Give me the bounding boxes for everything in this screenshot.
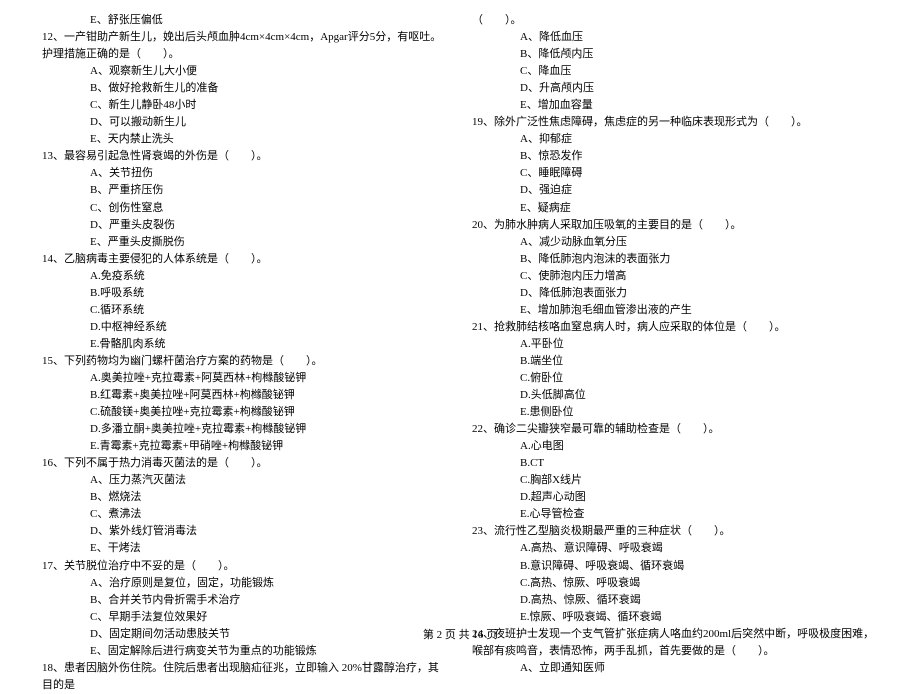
q23-stem: 23、流行性乙型脑炎极期最严重的三种症状（ ）。	[472, 523, 878, 540]
q16-opt-e: E、干烤法	[42, 540, 448, 557]
q18-opt-b: B、降低颅内压	[472, 46, 878, 63]
q17-opt-e: E、固定解除后进行病变关节为重点的功能锻炼	[42, 643, 448, 660]
q22-opt-e: E.心导管检查	[472, 506, 878, 523]
q21-opt-e: E.患侧卧位	[472, 404, 878, 421]
q20-opt-e: E、增加肺泡毛细血管渗出液的产生	[472, 302, 878, 319]
q18-opt-a: A、降低血压	[472, 29, 878, 46]
q21-opt-a: A.平卧位	[472, 336, 878, 353]
q14-stem: 14、乙脑病毒主要侵犯的人体系统是（ ）。	[42, 251, 448, 268]
q16-opt-d: D、紫外线灯管消毒法	[42, 523, 448, 540]
q17-opt-a: A、治疗原则是复位，固定，功能锻炼	[42, 575, 448, 592]
left-column: E、舒张压偏低 12、一产钳助产新生儿，娩出后头颅血肿4cm×4cm×4cm，A…	[30, 12, 460, 622]
q12-opt-c: C、新生儿静卧48小时	[42, 97, 448, 114]
q20-opt-c: C、使肺泡内压力增高	[472, 268, 878, 285]
q21-opt-d: D.头低脚高位	[472, 387, 878, 404]
q23-opt-a: A.高热、意识障碍、呼吸衰竭	[472, 540, 878, 557]
q19-opt-c: C、睡眠障碍	[472, 165, 878, 182]
q18-stem: 18、患者因脑外伤住院。住院后患者出现脑疝征兆，立即输入 20%甘露醇治疗，其目…	[42, 660, 448, 694]
q11-opt-e: E、舒张压偏低	[42, 12, 448, 29]
q20-stem: 20、为肺水肿病人采取加压吸氧的主要目的是（ ）。	[472, 217, 878, 234]
q16-opt-c: C、煮沸法	[42, 506, 448, 523]
q19-opt-a: A、抑郁症	[472, 131, 878, 148]
q13-stem: 13、最容易引起急性肾衰竭的外伤是（ ）。	[42, 148, 448, 165]
q24-opt-a: A、立即通知医师	[472, 660, 878, 677]
q14-opt-b: B.呼吸系统	[42, 285, 448, 302]
q14-opt-a: A.免疫系统	[42, 268, 448, 285]
q15-opt-d: D.多潘立酮+奥美拉唑+克拉霉素+枸橼酸铋钾	[42, 421, 448, 438]
q13-opt-d: D、严重头皮裂伤	[42, 217, 448, 234]
q12-opt-d: D、可以搬动新生儿	[42, 114, 448, 131]
q12-stem: 12、一产钳助产新生儿，娩出后头颅血肿4cm×4cm×4cm，Apgar评分5分…	[42, 29, 448, 63]
q13-opt-a: A、关节扭伤	[42, 165, 448, 182]
q13-opt-c: C、创伤性窒息	[42, 200, 448, 217]
q14-opt-d: D.中枢神经系统	[42, 319, 448, 336]
q21-opt-c: C.俯卧位	[472, 370, 878, 387]
q18-cont: （ ）。	[472, 12, 878, 29]
q21-opt-b: B.端坐位	[472, 353, 878, 370]
q22-opt-d: D.超声心动图	[472, 489, 878, 506]
q19-stem: 19、除外广泛性焦虑障碍，焦虑症的另一种临床表现形式为（ ）。	[472, 114, 878, 131]
q22-opt-b: B.CT	[472, 455, 878, 472]
q15-opt-a: A.奥美拉唑+克拉霉素+阿莫西林+枸橼酸铋钾	[42, 370, 448, 387]
q14-opt-c: C.循环系统	[42, 302, 448, 319]
q17-opt-c: C、早期手法复位效果好	[42, 609, 448, 626]
q23-opt-b: B.意识障碍、呼吸衰竭、循环衰竭	[472, 558, 878, 575]
q22-stem: 22、确诊二尖瓣狭窄最可靠的辅助检查是（ ）。	[472, 421, 878, 438]
q17-stem: 17、关节脱位治疗中不妥的是（ ）。	[42, 558, 448, 575]
q19-opt-d: D、强迫症	[472, 182, 878, 199]
q16-stem: 16、下列不属于热力消毒灭菌法的是（ ）。	[42, 455, 448, 472]
q23-opt-d: D.高热、惊厥、循环衰竭	[472, 592, 878, 609]
q22-opt-a: A.心电图	[472, 438, 878, 455]
q18-opt-e: E、增加血容量	[472, 97, 878, 114]
right-column: （ ）。 A、降低血压 B、降低颅内压 C、降血压 D、升高颅内压 E、增加血容…	[460, 12, 890, 622]
q14-opt-e: E.骨骼肌肉系统	[42, 336, 448, 353]
q16-opt-a: A、压力蒸汽灭菌法	[42, 472, 448, 489]
q12-opt-a: A、观察新生儿大小便	[42, 63, 448, 80]
page-content: E、舒张压偏低 12、一产钳助产新生儿，娩出后头颅血肿4cm×4cm×4cm，A…	[0, 0, 920, 622]
q24-stem: 24、夜班护士发现一个支气管扩张症病人咯血约200ml后突然中断，呼吸极度困难，…	[472, 626, 878, 660]
q20-opt-b: B、降低肺泡内泡沫的表面张力	[472, 251, 878, 268]
q13-opt-e: E、严重头皮撕脱伤	[42, 234, 448, 251]
q17-opt-b: B、合并关节内骨折需手术治疗	[42, 592, 448, 609]
q15-opt-b: B.红霉素+奥美拉唑+阿莫西林+枸橼酸铋钾	[42, 387, 448, 404]
q15-opt-e: E.青霉素+克拉霉素+甲硝唑+枸橼酸铋钾	[42, 438, 448, 455]
q21-stem: 21、抢救肺结核咯血窒息病人时，病人应采取的体位是（ ）。	[472, 319, 878, 336]
q22-opt-c: C.胸部X线片	[472, 472, 878, 489]
q13-opt-b: B、严重挤压伤	[42, 182, 448, 199]
q18-opt-c: C、降血压	[472, 63, 878, 80]
q15-stem: 15、下列药物均为幽门螺杆菌治疗方案的药物是（ ）。	[42, 353, 448, 370]
q19-opt-e: E、疑病症	[472, 200, 878, 217]
q23-opt-c: C.高热、惊厥、呼吸衰竭	[472, 575, 878, 592]
q15-opt-c: C.硫酸镁+奥美拉唑+克拉霉素+枸橼酸铋钾	[42, 404, 448, 421]
q17-opt-d: D、固定期间勿活动患肢关节	[42, 626, 448, 643]
q20-opt-a: A、减少动脉血氧分压	[472, 234, 878, 251]
q12-opt-b: B、做好抢救新生儿的准备	[42, 80, 448, 97]
q20-opt-d: D、降低肺泡表面张力	[472, 285, 878, 302]
q19-opt-b: B、惊恐发作	[472, 148, 878, 165]
q12-opt-e: E、天内禁止洗头	[42, 131, 448, 148]
q16-opt-b: B、燃烧法	[42, 489, 448, 506]
q23-opt-e: E.惊厥、呼吸衰竭、循环衰竭	[472, 609, 878, 626]
q18-opt-d: D、升高颅内压	[472, 80, 878, 97]
